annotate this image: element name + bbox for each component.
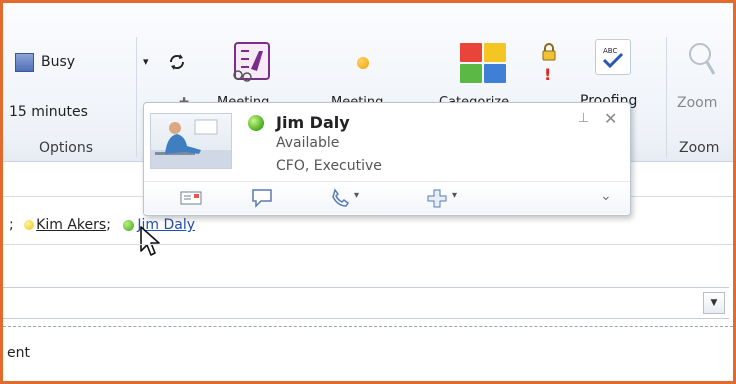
body-text[interactable]: ent: [7, 345, 30, 361]
meeting-notes-icon[interactable]: [229, 41, 275, 83]
group-divider: [136, 37, 137, 157]
reminder-dropdown[interactable]: 15 minutes: [9, 104, 88, 120]
email-icon[interactable]: [180, 190, 202, 206]
svg-text:ABC: ABC: [603, 47, 617, 55]
close-icon[interactable]: ✕: [604, 109, 617, 128]
recipient-line[interactable]: ; Kim Akers; Jim Daly: [9, 217, 195, 233]
group-zoom: Zoom: [679, 140, 720, 156]
phone-icon[interactable]: [330, 188, 350, 208]
group-divider: [666, 37, 667, 157]
presence-dropdown[interactable]: Busy: [41, 54, 75, 70]
dotted-divider: [3, 326, 733, 327]
zoom-icon[interactable]: [687, 41, 717, 81]
instant-message-icon[interactable]: [250, 188, 274, 208]
contact-status: Available: [276, 135, 340, 151]
subject-dropdown[interactable]: ▼: [3, 287, 729, 319]
presence-available-icon: [123, 219, 135, 231]
recipient-kim-akers[interactable]: Kim Akers: [36, 217, 106, 233]
busy-status-icon: [15, 53, 34, 72]
chevron-down-icon[interactable]: ▾: [452, 190, 457, 201]
presence-available-icon: [248, 115, 264, 131]
presence-away-icon: [24, 220, 35, 230]
high-importance-icon[interactable]: !: [544, 65, 551, 84]
group-options: Options: [39, 140, 94, 156]
zoom-button-label[interactable]: Zoom: [677, 95, 717, 111]
contact-photo: [150, 113, 232, 169]
recipient-separator: ;: [106, 217, 111, 233]
chevron-down-icon[interactable]: ▾: [354, 190, 359, 201]
recipient-separator: ;: [9, 217, 14, 233]
add-icon[interactable]: [426, 188, 448, 208]
chevron-down-icon[interactable]: ▼: [703, 292, 725, 314]
spelling-icon[interactable]: ABC: [595, 39, 631, 75]
contact-title: CFO, Executive: [276, 158, 382, 174]
recurrence-icon[interactable]: [166, 51, 188, 73]
meeting-status-icon: [357, 57, 369, 69]
pin-icon[interactable]: ⊥: [578, 111, 589, 126]
contact-name[interactable]: Jim Daly: [276, 113, 350, 132]
contact-actions: ▾ ▾ ⌄: [144, 181, 630, 214]
window-frame: Busy 15 minutes Options ▾ Meeting ✚ Meet…: [0, 0, 736, 384]
mouse-cursor-icon: [140, 226, 160, 256]
chevron-down-icon[interactable]: ▾: [143, 55, 149, 68]
divider: [3, 244, 733, 245]
categorize-icon[interactable]: [460, 43, 506, 83]
contact-card: Jim Daly Available CFO, Executive ⊥ ✕ ▾ …: [143, 102, 631, 216]
expand-chevron-icon[interactable]: ⌄: [600, 188, 612, 204]
lock-icon[interactable]: [541, 43, 557, 61]
